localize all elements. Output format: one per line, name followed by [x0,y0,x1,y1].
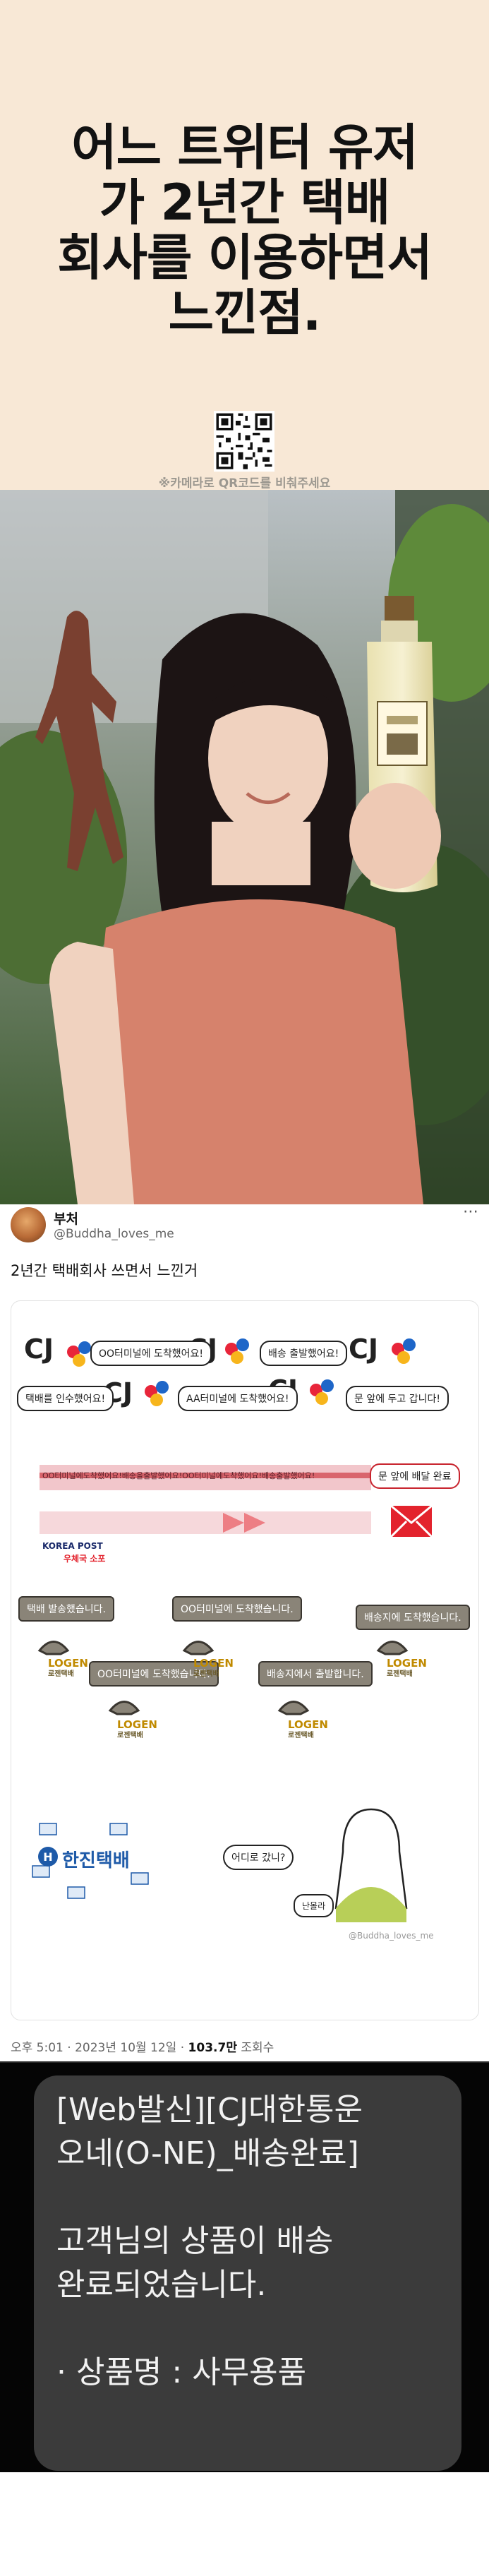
korea-post-sub: 우체국 소포 [64,1554,106,1564]
logen-sign: OO터미널에 도착했습니다. [172,1596,302,1622]
svg-text:H: H [43,1850,52,1864]
logen-logo: LOGEN 로젠택배 [193,1658,234,1680]
avatar[interactable] [11,1207,46,1242]
sms-line: 오네(O-NE)_배송완료] [56,2135,359,2171]
sms-line: 고객님의 상품이 배송 [56,2223,334,2259]
cj-label: CJ [349,1334,379,1365]
speech-bubble: 난몰라 [294,1894,334,1917]
title-line: 가 2년간 택배 [99,174,390,232]
speech-bubble: 어디로 갔니? [223,1845,294,1870]
logen-sign: 택배 발송했습니다. [18,1596,114,1622]
post-done-bubble: 문 앞에 배달 완료 [370,1463,460,1489]
view-label: 조회수 [236,2041,274,2055]
qr-caption: ※카메라로 QR코드를 비춰주세요 [158,477,331,491]
tweet-timestamp[interactable]: 오후 5:01 · 2023년 10월 12일 · [11,2041,188,2055]
logen-logo: LOGEN 로젠택배 [117,1719,157,1742]
sms-line: · 상품명 : 사무용품 [56,2354,307,2390]
logen-logo-sub: 로젠택배 [48,1670,74,1678]
logen-logo: LOGEN 로젠택배 [48,1658,88,1680]
page-title: 어느 트위터 유저 가 2년간 택배 회사를 이용하면서 느낀점. [0,120,489,340]
speech-bubble: 문 앞에 두고 갑니다! [346,1386,449,1411]
logen-logo-sub: 로젠택배 [387,1670,413,1678]
view-count: 103.7만 [188,2041,237,2055]
title-line: 느낀점. [168,284,322,342]
sms-message: [Web발신][CJ대한통운 오네(O-NE)_배송완료] 고객님의 상품이 배… [56,2088,452,2395]
logen-logo-text: LOGEN [193,1657,234,1670]
cj-logo-icon [67,1341,91,1367]
logen-logo-text: LOGEN [387,1657,427,1670]
sms-line: [Web발신][CJ대한통운 [56,2092,363,2128]
logen-sign: 배송지에 도착했습니다. [356,1605,470,1630]
post-track-text: OO터미널에도착했어요!배송을출발했어요!OO터미널에도착했어요!배송출발했어요… [42,1471,315,1480]
post-envelope-icon [390,1504,433,1538]
hanjin-logo-icon: H [38,1847,58,1867]
speech-bubble: 택배를 인수했어요! [17,1386,114,1411]
comic-watermark: @Buddha_loves_me [349,1931,434,1941]
photo [0,490,489,1204]
logen-logo-sub: 로젠택배 [288,1732,314,1739]
sms-line [56,2307,452,2351]
cj-logo-icon [392,1338,416,1364]
cj-logo-icon [310,1379,334,1405]
logen-logo: LOGEN 로젠택배 [288,1719,328,1742]
speech-bubble: OO터미널에 도착했어요! [90,1341,212,1366]
speech-bubble: AA터미널에 도착했어요! [178,1386,298,1411]
logen-logo-sub: 로젠택배 [117,1732,143,1739]
hanjin-label: 한진택배 [62,1850,130,1871]
cj-logo-icon [145,1381,169,1406]
korea-post-label: KOREA POST [42,1541,103,1551]
logen-logo-sub: 로젠택배 [193,1670,219,1678]
logen-sign: 배송지에서 출발합니다. [258,1661,373,1687]
cj-logo-icon [225,1338,249,1364]
tweet-text: 2년간 택배회사 쓰면서 느낀거 [11,1262,198,1279]
user-name[interactable]: 부처 [54,1209,78,1228]
logen-logo-text: LOGEN [288,1718,328,1731]
more-options-icon[interactable]: ⋯ [463,1203,479,1221]
bottom-spacer [0,2472,489,2576]
logen-logo-text: LOGEN [48,1657,88,1670]
logen-logo-text: LOGEN [117,1718,157,1731]
tweet-image[interactable]: H CJ CJ CJ CJ CJ OO터미널에 도착했어요! 배송 출발했어요!… [11,1300,479,2020]
speech-bubble: 배송 출발했어요! [260,1341,348,1366]
sms-line [56,2176,452,2219]
tweet-meta: 오후 5:01 · 2023년 10월 12일 · 103.7만 조회수 [11,2037,274,2055]
logen-logo: LOGEN 로젠택배 [387,1658,427,1680]
title-line: 어느 트위터 유저 [71,119,418,176]
title-line: 회사를 이용하면서 [57,229,433,287]
qr-code[interactable] [214,411,274,472]
sms-line: 완료되었습니다. [56,2267,267,2303]
user-handle[interactable]: @Buddha_loves_me [54,1227,174,1241]
cj-label: CJ [24,1334,54,1365]
